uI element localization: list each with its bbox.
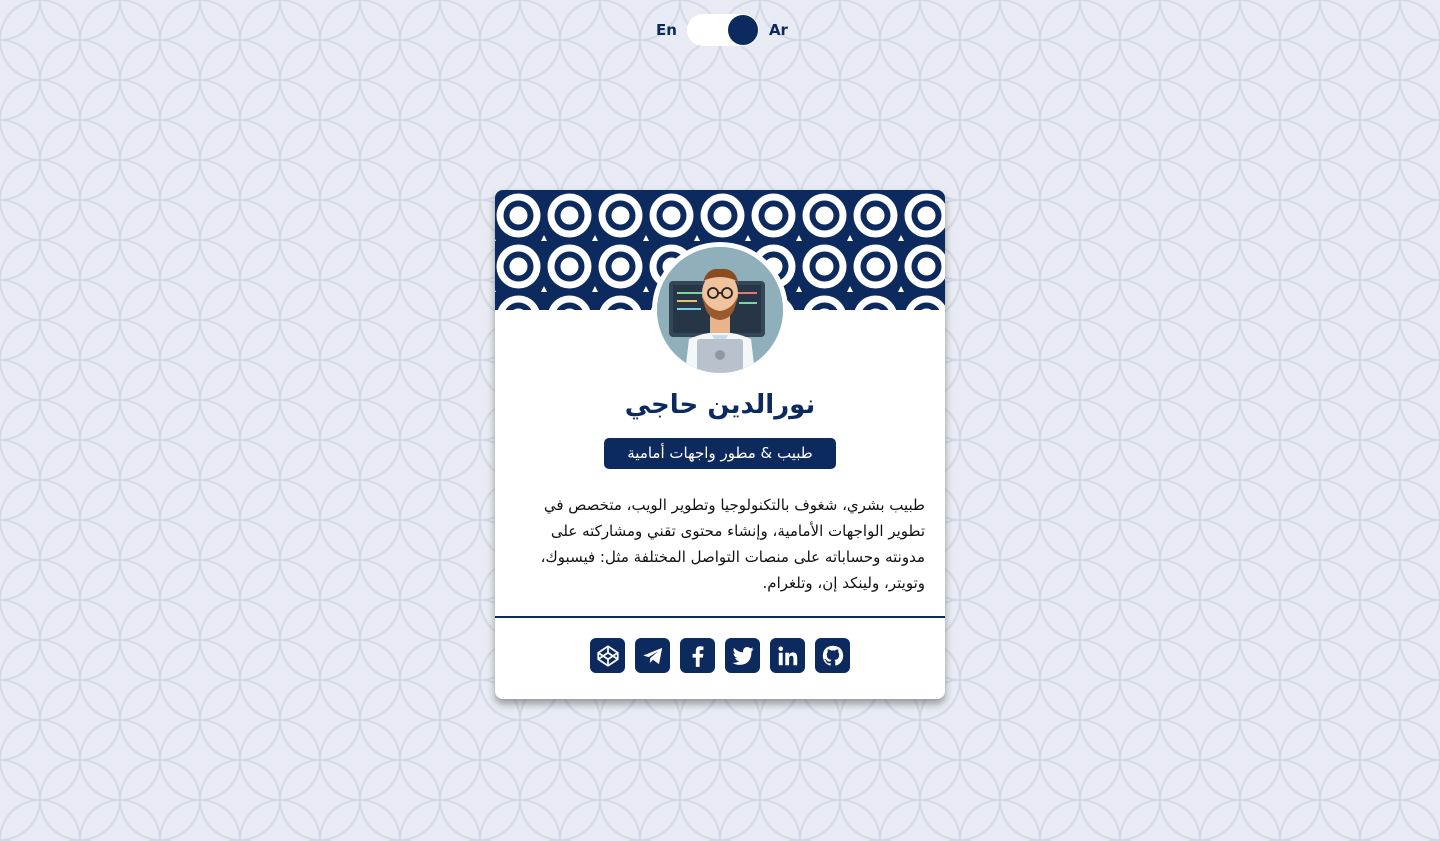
codepen-icon	[596, 644, 619, 667]
linkedin-icon	[777, 645, 797, 665]
profile-role-badge: طبيب & مطور واجهات أمامية	[604, 438, 836, 469]
telegram-link[interactable]	[635, 638, 670, 673]
facebook-link[interactable]	[680, 638, 715, 673]
card-divider	[495, 616, 945, 618]
language-switch[interactable]	[686, 14, 759, 46]
lang-ar-label[interactable]: Ar	[769, 21, 788, 39]
github-icon	[822, 645, 843, 666]
profile-card: نورالدين حاجي طبيب & مطور واجهات أمامية …	[495, 190, 945, 699]
avatar	[657, 247, 783, 373]
avatar-frame	[652, 242, 788, 378]
switch-knob[interactable]	[727, 15, 758, 45]
linkedin-link[interactable]	[770, 638, 805, 673]
social-links	[590, 638, 850, 673]
codepen-link[interactable]	[590, 638, 625, 673]
github-link[interactable]	[815, 638, 850, 673]
twitter-icon	[731, 646, 754, 665]
profile-bio: طبيب بشري، شغوف بالتكنولوجيا وتطوير الوي…	[540, 496, 925, 592]
facebook-icon	[692, 645, 703, 667]
language-toggle[interactable]: En Ar	[656, 14, 788, 46]
lang-en-label[interactable]: En	[656, 21, 677, 39]
telegram-icon	[642, 647, 662, 664]
twitter-link[interactable]	[725, 638, 760, 673]
profile-name: نورالدين حاجي	[624, 390, 816, 420]
